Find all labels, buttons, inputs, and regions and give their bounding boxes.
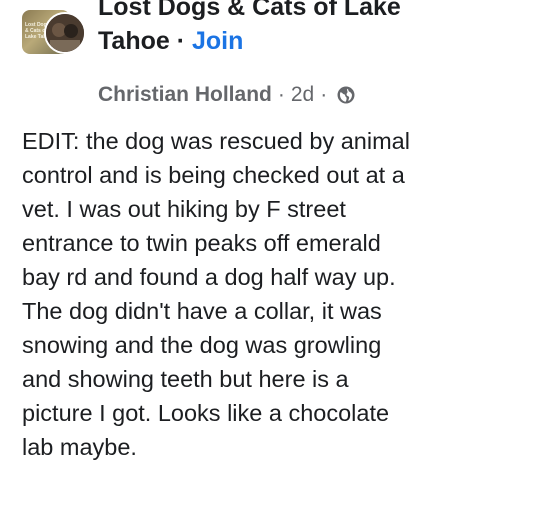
post-timestamp[interactable]: 2d [291, 83, 314, 107]
avatar-photo [46, 14, 84, 52]
group-title: Lost Dogs & Cats of Lake Tahoe · Join [98, 0, 518, 58]
post-meta: Christian Holland · 2d · [98, 80, 355, 110]
post-text-line: lab maybe. [22, 434, 137, 460]
post-text-line: The dog didn't have a collar, it was [22, 298, 382, 324]
post-text-line: EDIT: the dog was rescued by animal [22, 128, 410, 154]
post-text-line: vet. I was out hiking by F street [22, 196, 346, 222]
post-text-line: entrance to twin peaks off emerald [22, 230, 381, 256]
meta-separator-2: · [320, 83, 328, 106]
post-text-line: snowing and the dog was growling [22, 332, 382, 358]
group-name-link[interactable]: Lost Dogs & Cats of Lake Tahoe [98, 0, 401, 55]
author-name-link[interactable]: Christian Holland [98, 83, 272, 107]
join-separator: · [176, 27, 186, 55]
post-text-line: and showing teeth but here is a [22, 366, 349, 392]
post-text-line: picture I got. Looks like a chocolate [22, 400, 390, 426]
post-text-line: control and is being checked out at a [22, 162, 405, 188]
join-button[interactable]: Join [192, 27, 243, 55]
post-text-line: bay rd and found a dog half way up. [22, 264, 396, 290]
author-avatar[interactable] [44, 12, 86, 54]
meta-separator: · [277, 83, 285, 106]
group-name-line-2: Tahoe [98, 27, 170, 55]
group-name-line-1: Lost Dogs & Cats of Lake [98, 0, 401, 21]
post-text: EDIT: the dog was rescued by animal cont… [22, 124, 522, 464]
post-card: Lost Dogs & Cats of Lake Tahoe Lost Dogs… [0, 0, 533, 529]
globe-icon[interactable] [337, 86, 355, 104]
